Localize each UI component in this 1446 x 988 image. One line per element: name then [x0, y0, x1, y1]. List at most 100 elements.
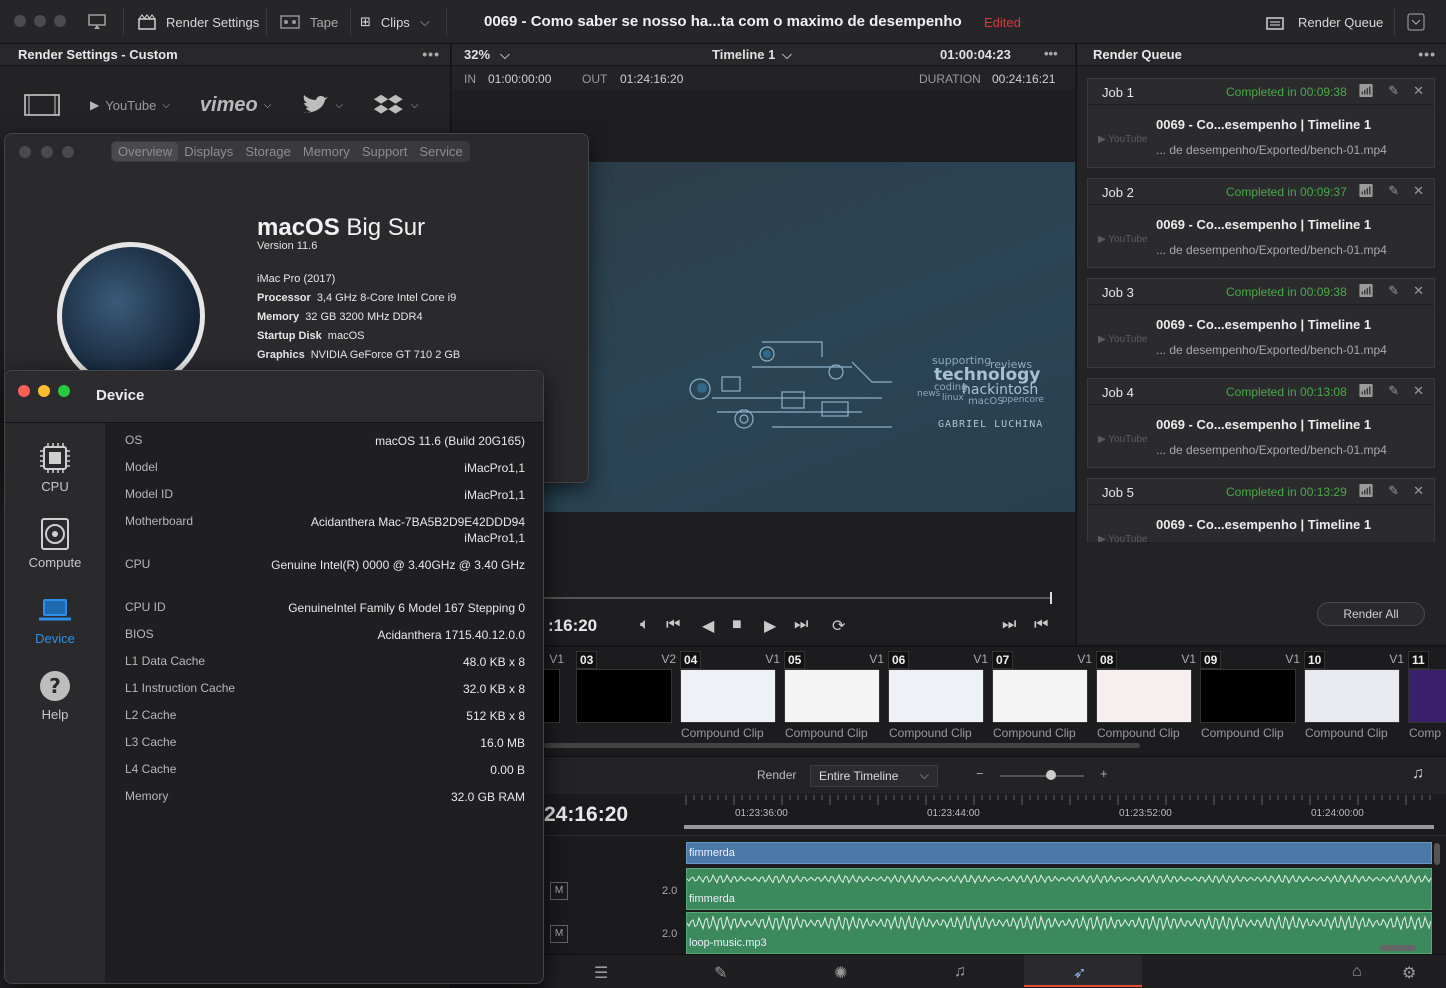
- edit-icon[interactable]: ✎: [1388, 483, 1399, 499]
- clip-item[interactable]: 05 V1 Compound Clip: [784, 647, 888, 747]
- render-settings-button[interactable]: Render Settings: [138, 0, 259, 44]
- remote-icon[interactable]: 📶︎: [1358, 383, 1375, 399]
- track-scrollbar[interactable]: [1434, 843, 1440, 865]
- video-clip[interactable]: fimmerda: [686, 842, 1432, 864]
- chevron-down-icon[interactable]: ⌵: [500, 47, 510, 63]
- zoom-out-icon[interactable]: −: [976, 766, 984, 781]
- scrub-bar[interactable]: [542, 597, 1052, 599]
- clip-item[interactable]: 10 V1 Compound Clip: [1304, 647, 1408, 747]
- volume-icon[interactable]: 🔈︎: [640, 616, 650, 634]
- timeline-selector[interactable]: Timeline 1: [712, 47, 775, 62]
- clip-thumbnail: [888, 669, 984, 723]
- fusion-page-icon[interactable]: ✎: [714, 963, 727, 983]
- tab-overview[interactable]: Overview: [112, 142, 179, 161]
- edit-page-icon[interactable]: ☰: [594, 963, 608, 983]
- clips-icon: ⊞: [360, 14, 371, 29]
- minimize-window-icon[interactable]: [38, 385, 50, 397]
- prev-clip-icon[interactable]: ⏮︎: [1034, 616, 1048, 634]
- sidebar-item-device[interactable]: Device: [5, 593, 105, 646]
- close-window-icon[interactable]: [18, 385, 30, 397]
- clip-item[interactable]: 06 V1 Compound Clip: [888, 647, 992, 747]
- tab-displays[interactable]: Displays: [178, 142, 239, 161]
- render-job[interactable]: Job 2 Completed in 00:09:37 📶︎ ✎ ✕ ▶ YouTube 0…: [1087, 178, 1435, 268]
- remote-icon[interactable]: 📶︎: [1358, 83, 1375, 99]
- sidebar-item-help[interactable]: ? Help: [5, 669, 105, 722]
- loop-icon[interactable]: ⟳: [832, 616, 845, 636]
- render-job[interactable]: Job 1 Completed in 00:09:38 📶︎ ✎ ✕ ▶ YouTube 0…: [1087, 78, 1435, 168]
- clip-item[interactable]: 09 V1 Compound Clip: [1200, 647, 1304, 747]
- mute-button[interactable]: M: [550, 925, 568, 943]
- close-icon[interactable]: ✕: [1413, 183, 1424, 199]
- twitter-preset[interactable]: ⌵: [301, 94, 343, 116]
- remote-icon[interactable]: 📶︎: [1358, 283, 1375, 299]
- clips-button[interactable]: ⊞ Clips ⌵: [360, 0, 430, 44]
- home-icon[interactable]: ⌂: [1352, 963, 1362, 981]
- clip-item[interactable]: 04 V1 Compound Clip: [680, 647, 784, 747]
- close-icon[interactable]: ✕: [1413, 83, 1424, 99]
- tab-support[interactable]: Support: [356, 142, 414, 161]
- edit-icon[interactable]: ✎: [1388, 83, 1399, 99]
- vimeo-preset[interactable]: vimeo ⌵: [200, 94, 271, 117]
- monitor-icon[interactable]: [88, 0, 106, 44]
- play-reverse-icon[interactable]: ◀︎: [702, 616, 714, 636]
- clip-item[interactable]: 03 V2: [576, 647, 680, 747]
- clip-item[interactable]: 08 V1 Compound Clip: [1096, 647, 1200, 747]
- zoom-in-icon[interactable]: +: [1100, 766, 1108, 781]
- edit-icon[interactable]: ✎: [1388, 283, 1399, 299]
- render-queue-button[interactable]: Render Queue: [1266, 0, 1383, 44]
- more-options-icon[interactable]: •••: [422, 46, 440, 62]
- tab-storage[interactable]: Storage: [239, 142, 297, 161]
- more-options-icon[interactable]: •••: [1418, 46, 1436, 62]
- deliver-page-tab[interactable]: ➶: [1024, 955, 1142, 987]
- youtube-preset[interactable]: ▶ YouTube ⌵: [90, 98, 170, 113]
- sidebar-item-compute[interactable]: Compute: [5, 517, 105, 570]
- timeline-ruler[interactable]: 01:23:36:00 01:23:44:00 01:23:52:00 01:2…: [684, 795, 1434, 827]
- fairlight-page-icon[interactable]: ♫: [954, 963, 966, 981]
- remote-icon[interactable]: 📶︎: [1358, 183, 1375, 199]
- stop-icon[interactable]: ■: [732, 616, 742, 634]
- zoom-window-icon[interactable]: [58, 385, 70, 397]
- audio-clip[interactable]: fimmerda: [686, 868, 1432, 910]
- audio-clip[interactable]: loop-music.mp3: [686, 912, 1432, 954]
- render-range-select[interactable]: Entire Timeline ⌵: [810, 765, 938, 787]
- dropbox-preset[interactable]: ⌵: [373, 92, 419, 118]
- remote-icon[interactable]: 📶︎: [1358, 483, 1375, 499]
- render-job[interactable]: Job 5 Completed in 00:13:29 📶︎ ✎ ✕ ▶ YouTube 0…: [1087, 478, 1435, 542]
- gear-icon[interactable]: ⚙: [1402, 963, 1416, 983]
- zoom-slider[interactable]: [1000, 775, 1084, 777]
- sidebar-item-cpu[interactable]: CPU: [5, 441, 105, 494]
- tab-memory[interactable]: Memory: [297, 142, 356, 161]
- skip-end-icon[interactable]: ⏭︎: [794, 616, 808, 634]
- window-controls[interactable]: [14, 15, 74, 30]
- skip-start-icon[interactable]: ⏮︎: [666, 616, 680, 634]
- laptop-icon: [39, 599, 71, 621]
- edit-icon[interactable]: ✎: [1388, 183, 1399, 199]
- expand-button[interactable]: [1407, 0, 1425, 44]
- edit-icon[interactable]: ✎: [1388, 383, 1399, 399]
- tape-button[interactable]: Tape: [280, 0, 338, 44]
- clips-scrollbar[interactable]: [544, 743, 1140, 748]
- clip-item[interactable]: 07 V1 Compound Clip: [992, 647, 1096, 747]
- custom-preset[interactable]: [24, 94, 60, 116]
- close-icon[interactable]: ✕: [1413, 483, 1424, 499]
- chevron-down-icon[interactable]: ⌵: [782, 47, 792, 63]
- render-job[interactable]: Job 4 Completed in 00:13:08 📶︎ ✎ ✕ ▶ YouTube 0…: [1087, 378, 1435, 468]
- color-page-icon[interactable]: ✺: [834, 963, 847, 983]
- window-controls[interactable]: [19, 146, 75, 161]
- music-note-icon[interactable]: ♫: [1412, 765, 1424, 783]
- zoom-level[interactable]: 32%: [464, 47, 490, 62]
- clip-item[interactable]: 11 Comp: [1408, 647, 1446, 747]
- mute-button[interactable]: M: [550, 882, 568, 900]
- play-icon[interactable]: ▶︎: [764, 616, 776, 636]
- scrub-playhead[interactable]: [1050, 592, 1052, 604]
- timeline-scrollbar[interactable]: [1380, 945, 1416, 951]
- render-job[interactable]: Job 3 Completed in 00:09:38 📶︎ ✎ ✕ ▶ YouTube 0…: [1087, 278, 1435, 368]
- more-options-icon[interactable]: •••: [1044, 46, 1058, 61]
- tab-service[interactable]: Service: [413, 142, 468, 161]
- zoom-slider-knob[interactable]: [1046, 770, 1056, 780]
- close-icon[interactable]: ✕: [1413, 283, 1424, 299]
- close-icon[interactable]: ✕: [1413, 383, 1424, 399]
- video-frame[interactable]: supporting reviews technology coding hac…: [522, 162, 1075, 512]
- render-all-button[interactable]: Render All: [1317, 602, 1425, 626]
- next-clip-icon[interactable]: ⏭︎: [1002, 616, 1016, 634]
